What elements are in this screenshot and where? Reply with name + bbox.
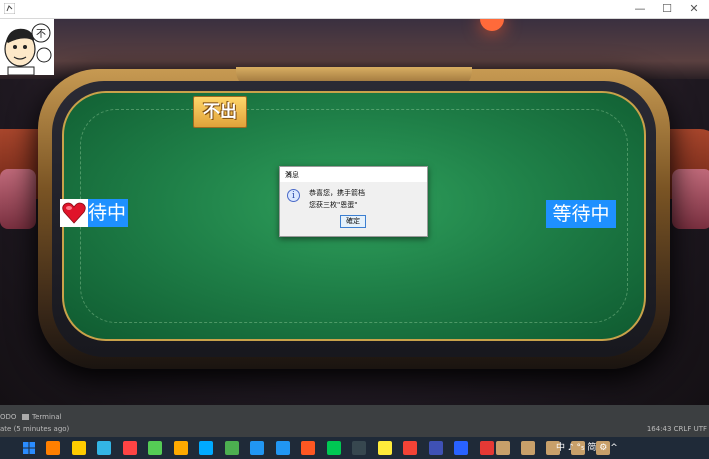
taskbar-app-icon[interactable] (46, 441, 60, 455)
info-icon: i (287, 189, 300, 202)
terminal-icon (22, 414, 29, 420)
dialog-message-line1: 恭喜您，携手箭档 (309, 189, 365, 197)
player-avatar[interactable]: 不 (0, 19, 54, 76)
taskbar-app-icon[interactable] (148, 441, 162, 455)
message-dialog: 消息 ✕ i 恭喜您，携手箭档 您获三枚"恩蛋" 確定 (279, 166, 428, 237)
windows-start-icon[interactable] (22, 441, 36, 455)
system-tray[interactable]: 中 ♪ °₅ 简 ⚙ ^ (556, 441, 618, 455)
cartoon-avatar-icon: 不 (4, 23, 52, 76)
taskbar-app-icon[interactable] (326, 441, 341, 455)
taskbar-app-icon[interactable] (224, 441, 239, 455)
dialog-titlebar: 消息 ✕ (280, 167, 427, 182)
pillow-left (0, 169, 36, 229)
taskbar-app-icon[interactable] (275, 441, 290, 455)
heart-icon (60, 199, 88, 227)
window-titlebar: — ☐ ✕ (0, 0, 709, 19)
taskbar-app-icon[interactable] (479, 441, 494, 455)
taskbar-app-icon[interactable] (377, 441, 392, 455)
taskbar-app-icon[interactable] (403, 441, 417, 455)
taskbar-app-icon[interactable] (301, 441, 315, 455)
tab-todo[interactable]: ODO (0, 413, 16, 421)
svg-text:不: 不 (36, 29, 46, 40)
left-player-status-text: 待中 (88, 202, 127, 224)
taskbar-app-icon[interactable] (352, 441, 366, 455)
taskbar-app-icon[interactable] (199, 441, 213, 455)
ide-right-status: 164:43 CRLF UTF (646, 425, 707, 433)
ide-panel: ODO Terminal ate (5 minutes ago) 164:43 … (0, 405, 709, 437)
taskbar-app-icon[interactable] (71, 441, 86, 455)
left-player-status: 待中 (60, 199, 128, 227)
tab-terminal[interactable]: Terminal (22, 413, 62, 421)
right-player-status: 等待中 (546, 200, 616, 228)
taskbar-app-icon[interactable] (97, 441, 111, 455)
taskbar-app-icon[interactable] (428, 441, 443, 455)
maximize-button[interactable]: ☐ (652, 0, 682, 18)
taskbar-app-icon[interactable] (454, 441, 468, 455)
taskbar-app-icon[interactable] (521, 441, 535, 455)
taskbar-app-icon[interactable] (250, 441, 264, 455)
tab-terminal-label: Terminal (32, 413, 62, 421)
close-button[interactable]: ✕ (679, 0, 709, 18)
taskbar-app-icon[interactable] (122, 441, 137, 455)
pass-bubble: 不出 (193, 96, 247, 128)
ok-button[interactable]: 確定 (340, 215, 366, 228)
windows-taskbar: 中 ♪ °₅ 简 ⚙ ^ (0, 437, 709, 459)
taskbar-app-icon[interactable] (496, 441, 510, 455)
java-app-icon (4, 3, 15, 14)
dialog-close-button[interactable]: ✕ (285, 170, 423, 180)
ide-status-text: ate (5 minutes ago) (0, 425, 70, 433)
minimize-button[interactable]: — (625, 0, 655, 18)
pillow-right (672, 169, 709, 229)
taskbar-app-icon[interactable] (173, 441, 188, 455)
dialog-message-line2: 您获三枚"恩蛋" (309, 201, 358, 209)
